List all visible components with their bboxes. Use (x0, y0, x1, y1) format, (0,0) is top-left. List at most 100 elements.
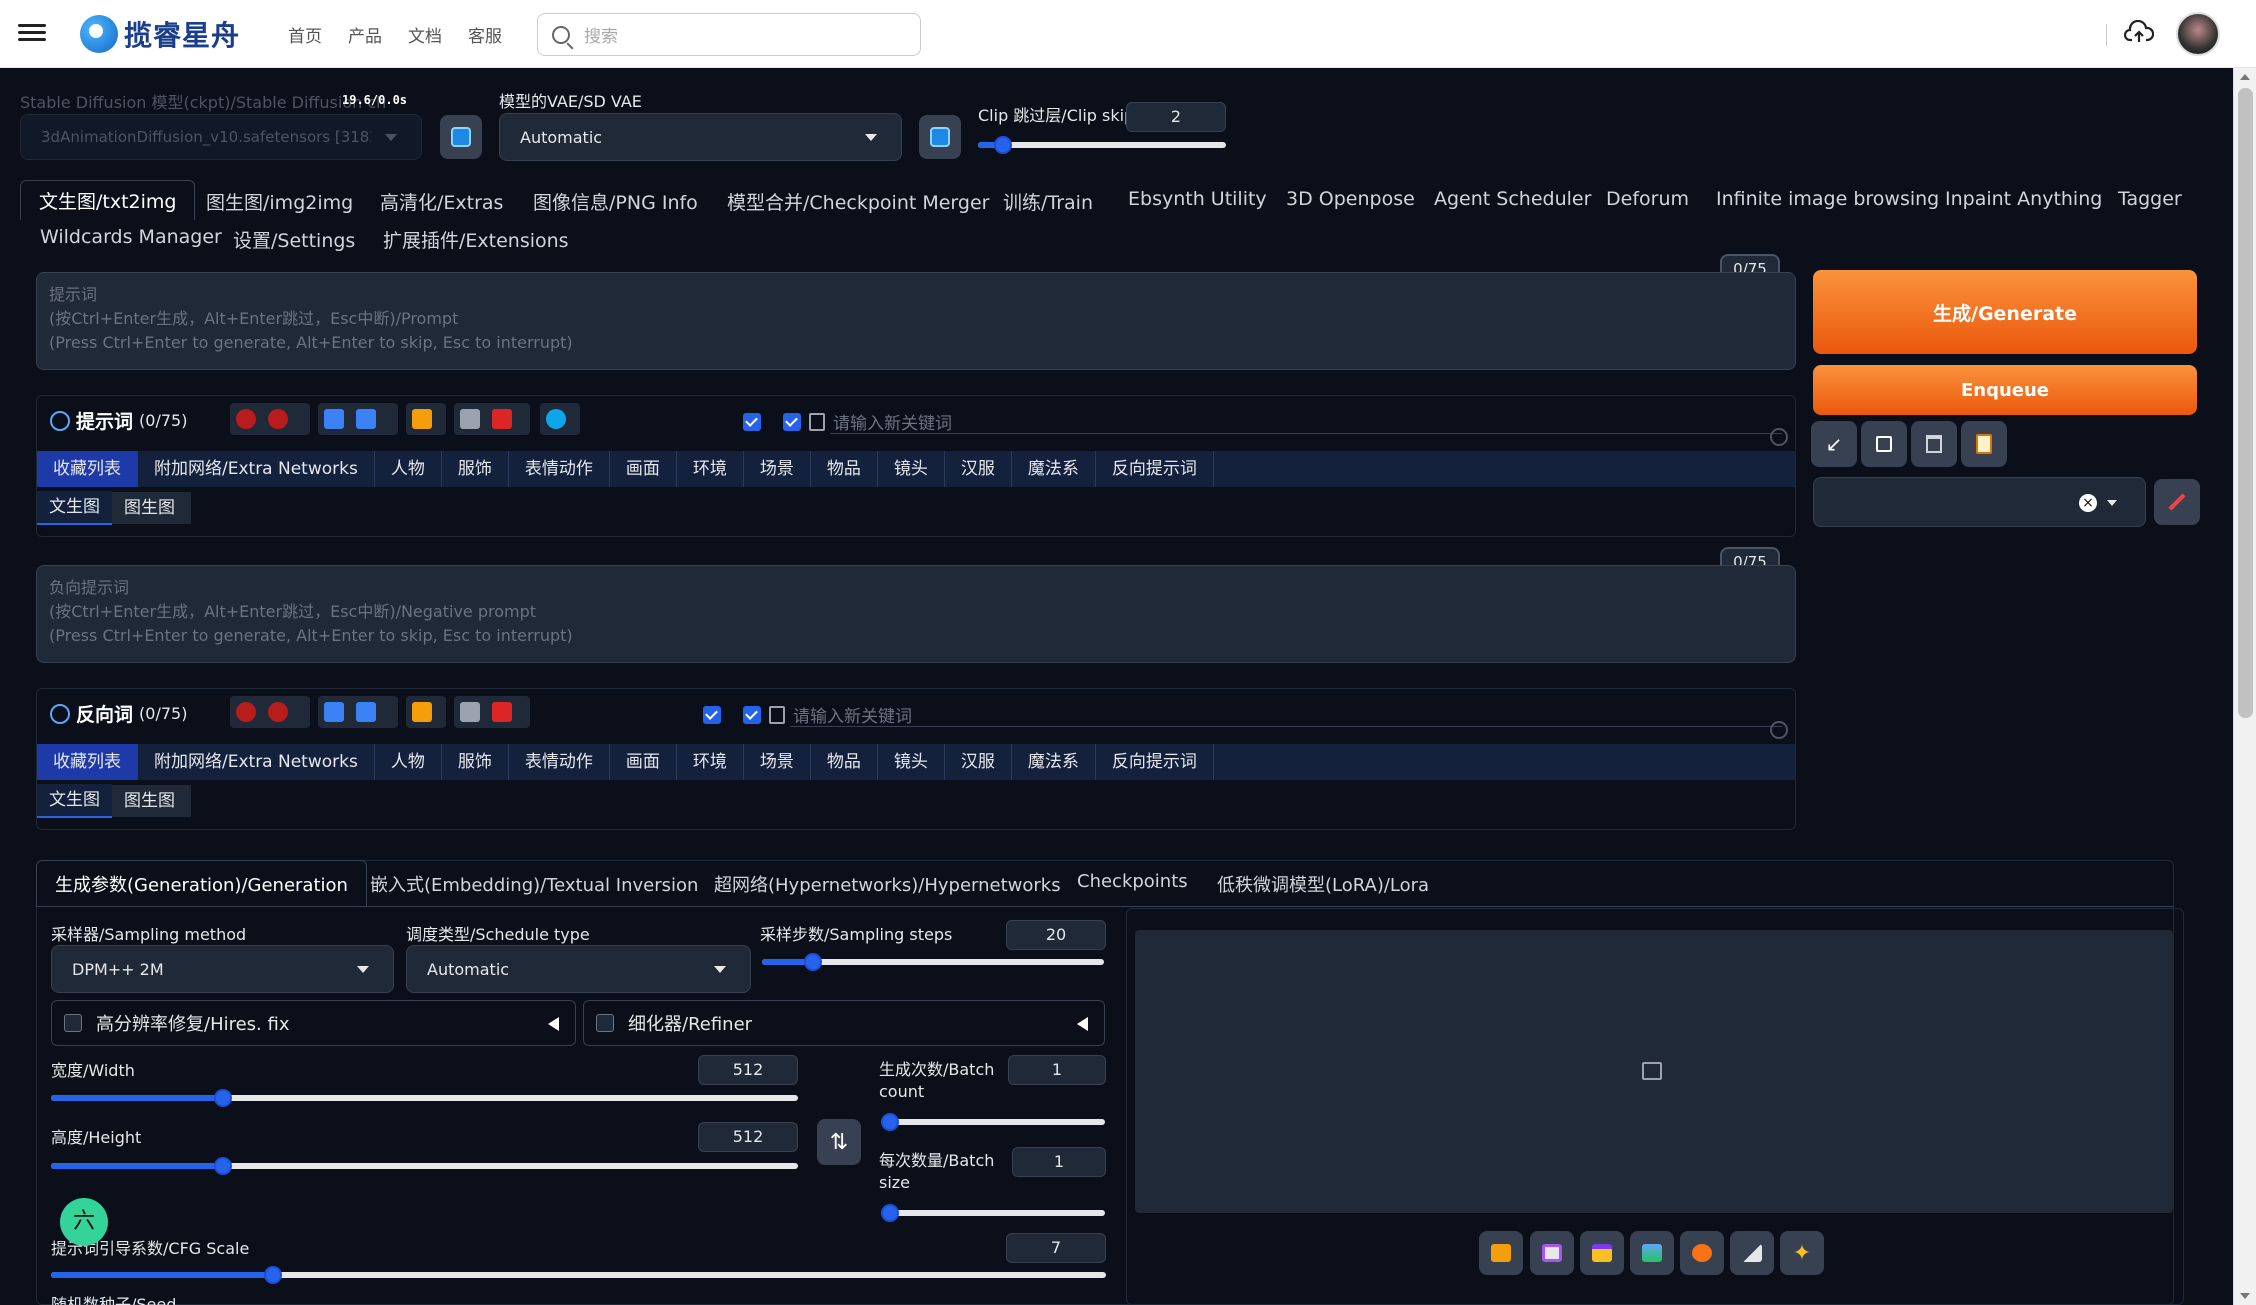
tag-icon[interactable] (412, 409, 432, 429)
subtab-txt2img[interactable]: 文生图 (37, 491, 112, 525)
sparkle-button[interactable]: ✦ (1780, 1231, 1824, 1275)
tab-settings[interactable]: 设置/Settings (233, 226, 355, 253)
clear-icon[interactable]: × (2079, 494, 2097, 512)
panel-icon[interactable] (769, 705, 785, 724)
tab-txt2img[interactable]: 文生图/txt2img (20, 180, 196, 220)
subtab-img2img[interactable]: 图生图 (112, 785, 187, 817)
cfg-slider[interactable] (51, 1266, 1106, 1284)
batch-size-slider[interactable] (881, 1204, 1105, 1222)
cfg-input[interactable]: 7 (1006, 1233, 1106, 1263)
steps-slider[interactable] (762, 953, 1104, 971)
tab-textual-inversion[interactable]: 嵌入式(Embedding)/Textual Inversion (370, 871, 698, 897)
copy-icon[interactable] (460, 702, 480, 722)
tab-tagger[interactable]: Tagger (2118, 188, 2182, 210)
hires-fix-checkbox[interactable] (64, 1014, 82, 1032)
tab-hypernetworks[interactable]: 超网络(Hypernetworks)/Hypernetworks (714, 871, 1061, 897)
prompt-textarea[interactable]: 提示词 (按Ctrl+Enter生成，Alt+Enter跳过，Esc中断)/Pr… (36, 272, 1796, 370)
cat-negative[interactable]: 反向提示词 (1096, 744, 1214, 780)
translate-icon[interactable] (236, 409, 256, 429)
tab-lora[interactable]: 低秩微调模型(LoRA)/Lora (1217, 871, 1429, 897)
tab-generation[interactable]: 生成参数(Generation)/Generation (36, 860, 367, 907)
cat-scene[interactable]: 场景 (744, 451, 811, 487)
cat-people[interactable]: 人物 (375, 744, 442, 780)
clipboard-button[interactable] (1961, 421, 2007, 467)
width-input[interactable]: 512 (698, 1055, 798, 1085)
checkbox-2[interactable] (743, 705, 761, 724)
cat-negative[interactable]: 反向提示词 (1096, 451, 1214, 487)
subtab-txt2img[interactable]: 文生图 (37, 784, 112, 818)
tab-inpaint-anything[interactable]: Inpaint Anything (1945, 188, 2102, 210)
cat-environment[interactable]: 环境 (677, 451, 744, 487)
batch-count-input[interactable]: 1 (1008, 1055, 1106, 1085)
tab-3d-openpose[interactable]: 3D Openpose (1286, 188, 1415, 210)
refresh-vae-button[interactable] (919, 115, 961, 159)
page-scrollbar[interactable] (2233, 68, 2256, 1305)
panel-icon[interactable] (809, 412, 825, 431)
cat-people[interactable]: 人物 (375, 451, 442, 487)
height-slider[interactable] (51, 1157, 798, 1175)
cat-magic[interactable]: 魔法系 (1012, 451, 1096, 487)
cat-expression[interactable]: 表情动作 (509, 744, 610, 780)
tab-ebsynth[interactable]: Ebsynth Utility (1128, 188, 1267, 210)
checkbox-2[interactable] (783, 412, 801, 431)
tab-agent-scheduler[interactable]: Agent Scheduler (1434, 188, 1591, 210)
nav-products[interactable]: 产品 (348, 22, 382, 47)
tab-deforum[interactable]: Deforum (1606, 188, 1689, 210)
clip-skip-slider[interactable] (978, 136, 1226, 154)
expand-circle-icon[interactable] (1770, 721, 1788, 739)
menu-icon[interactable] (18, 20, 46, 48)
tab-extensions[interactable]: 扩展插件/Extensions (383, 226, 569, 253)
vae-select[interactable]: Automatic (499, 113, 902, 161)
expand-circle-icon[interactable] (1770, 428, 1788, 446)
scroll-up-icon[interactable] (2240, 74, 2250, 80)
translate-icon[interactable] (236, 702, 256, 722)
tab-train[interactable]: 训练/Train (1003, 188, 1093, 215)
sampler-select[interactable]: DPM++ 2M (51, 945, 394, 993)
generate-button[interactable]: 生成/Generate (1813, 270, 2197, 354)
bookmark-icon[interactable] (356, 702, 376, 722)
trash-icon[interactable] (492, 409, 512, 429)
cat-environment[interactable]: 环境 (677, 744, 744, 780)
cat-composition[interactable]: 画面 (610, 451, 677, 487)
cat-magic[interactable]: 魔法系 (1012, 744, 1096, 780)
steps-input[interactable]: 20 (1006, 920, 1106, 950)
width-slider[interactable] (51, 1089, 798, 1107)
checkbox-1[interactable] (743, 412, 761, 431)
refresh-ckpt-button[interactable] (440, 115, 482, 159)
nav-support[interactable]: 客服 (468, 22, 502, 47)
clip-skip-input[interactable]: 2 (1126, 102, 1226, 132)
refiner-accordion[interactable]: 细化器/Refiner (583, 1000, 1105, 1046)
cat-objects[interactable]: 物品 (811, 744, 878, 780)
scrollbar-thumb[interactable] (2238, 88, 2253, 718)
batch-count-slider[interactable] (881, 1113, 1105, 1131)
cat-favorites[interactable]: 收藏列表 (37, 744, 138, 780)
nav-docs[interactable]: 文档 (408, 22, 442, 47)
import-icon[interactable] (324, 702, 344, 722)
clear-prompt-button[interactable] (1861, 421, 1907, 467)
ckpt-select[interactable]: 3dAnimationDiffusion_v10.safetensors [31… (20, 114, 422, 160)
open-folder-button[interactable] (1479, 1231, 1523, 1275)
zip-button[interactable] (1580, 1231, 1624, 1275)
prompt-helper-title[interactable]: 提示词 (0/75) (50, 407, 187, 434)
search-input[interactable]: 搜索 (537, 13, 921, 56)
user-avatar[interactable] (2176, 12, 2220, 56)
tab-extras[interactable]: 高清化/Extras (380, 188, 503, 215)
checkbox-1[interactable] (703, 705, 721, 724)
keyword-input[interactable]: 请输入新关键词 (793, 702, 912, 727)
tab-img2img[interactable]: 图生图/img2img (206, 188, 353, 215)
edit-styles-button[interactable] (2154, 479, 2200, 525)
bookmark-icon[interactable] (356, 409, 376, 429)
save-button[interactable] (1530, 1231, 1574, 1275)
schedule-select[interactable]: Automatic (406, 945, 751, 993)
subtab-img2img[interactable]: 图生图 (112, 492, 187, 524)
settings-icon[interactable] (268, 702, 288, 722)
scroll-down-icon[interactable] (2240, 1293, 2250, 1299)
trash-icon[interactable] (492, 702, 512, 722)
send-to-img2img-button[interactable] (1630, 1231, 1674, 1275)
cat-camera[interactable]: 镜头 (878, 744, 945, 780)
copy-icon[interactable] (460, 409, 480, 429)
cat-expression[interactable]: 表情动作 (509, 451, 610, 487)
brand-logo[interactable]: 揽睿星舟 (80, 14, 240, 54)
negative-helper-title[interactable]: 反向词 (0/75) (50, 700, 187, 727)
keyword-input[interactable]: 请输入新关键词 (833, 409, 952, 434)
